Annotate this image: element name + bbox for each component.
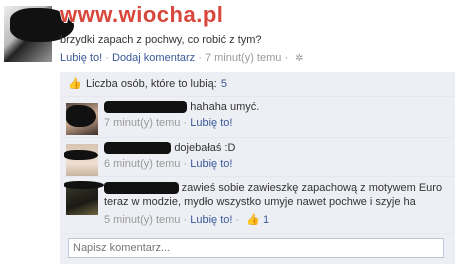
comment-author[interactable]: Tomasz Nowak — [104, 182, 179, 194]
comment-like-link[interactable]: Lubię to! — [190, 214, 232, 226]
post-meta: Lubię to! · Dodaj komentarz · 7 minut(y)… — [60, 52, 304, 64]
comment-text: hahaha umyć. — [190, 101, 260, 113]
comment-like-link[interactable]: Lubię to! — [190, 158, 232, 170]
comment-text: dojebałaś :D — [174, 142, 236, 154]
thumbs-up-icon: 👍 — [246, 214, 260, 226]
comment-like-badge[interactable]: 👍 1 — [246, 214, 269, 226]
like-link[interactable]: Lubię to! — [60, 52, 102, 64]
likes-row: 👍 Liczba osób, które to lubią: 5 — [60, 72, 455, 97]
comment-time[interactable]: 5 minut(y) temu — [104, 214, 180, 226]
comment-author[interactable]: Mikołaj Kowal — [104, 142, 172, 154]
likes-count[interactable]: 5 — [221, 78, 227, 90]
separator: · — [105, 52, 109, 64]
composer-row — [60, 234, 455, 264]
comment-like-link[interactable]: Lubię to! — [190, 117, 232, 129]
comment-like-count: 1 — [262, 214, 270, 226]
separator: · — [183, 214, 188, 226]
comment: Paulina Kowalski hahaha umyć. 7 minut(y)… — [60, 97, 455, 138]
separator: · — [235, 214, 240, 226]
redaction-scribble — [64, 181, 104, 189]
separator: · — [198, 52, 202, 64]
separator: · — [183, 158, 188, 170]
comment: Mikołaj Kowal dojebałaś :D 6 minut(y) te… — [60, 138, 455, 177]
separator: · — [284, 52, 289, 64]
comment-avatar[interactable] — [66, 144, 98, 176]
comment-time[interactable]: 7 minut(y) temu — [104, 117, 180, 129]
comment: Tomasz Nowak zawieś sobie zawieszkę zapa… — [60, 177, 455, 234]
post-text: brzydki zapach z pochwy, co robić z tym? — [60, 34, 262, 46]
thumbs-up-icon: 👍 — [68, 78, 82, 90]
gear-icon[interactable]: ✲ — [295, 53, 303, 64]
redaction-scribble — [66, 105, 96, 127]
comment-time[interactable]: 6 minut(y) temu — [104, 158, 180, 170]
likes-label: Liczba osób, które to lubią: — [86, 78, 217, 90]
watermark-logo: www.wiocha.pl — [60, 2, 224, 27]
separator: · — [183, 117, 188, 129]
add-comment-link[interactable]: Dodaj komentarz — [112, 52, 195, 64]
comments-feed: 👍 Liczba osób, które to lubią: 5 Paulina… — [60, 72, 455, 266]
comment-input[interactable] — [68, 238, 444, 258]
post-time[interactable]: 7 minut(y) temu — [205, 52, 281, 64]
comment-author[interactable]: Paulina Kowalski — [104, 101, 188, 113]
redaction-scribble — [64, 150, 98, 160]
